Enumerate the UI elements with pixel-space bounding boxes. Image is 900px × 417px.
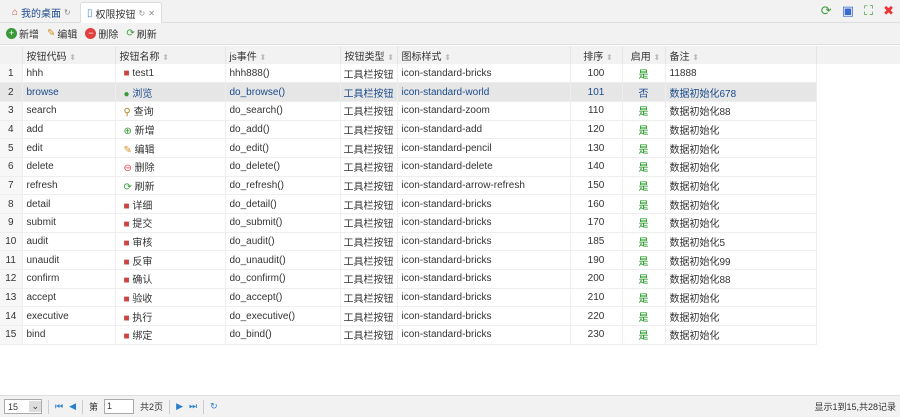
reload-icon[interactable]: ↻	[210, 401, 218, 412]
prev-page-button[interactable]: ◀	[69, 401, 76, 412]
icon-standard-bricks-icon: ■	[123, 219, 130, 231]
column-header[interactable]: 图标样式 ⬍	[397, 46, 571, 64]
icon-standard-delete-icon: ⊖	[123, 163, 132, 175]
icon-standard-add-icon: ⊕	[123, 125, 132, 137]
table-row[interactable]: 1 hhh ■ test1 hhh888() 工具栏按钮 icon-standard-br…	[0, 64, 817, 84]
page-size-select[interactable]: 15 ⌄	[4, 399, 42, 414]
refresh-tab-icon[interactable]: ↻	[64, 8, 71, 17]
column-header[interactable]: js事件 ⬍	[225, 46, 341, 64]
pagination: 15 ⌄ ⏮ ◀ 第 1 共2页 ▶ ⏭ ↻ 显示1到15,共28记录	[0, 395, 900, 417]
last-page-button[interactable]: ⏭	[189, 401, 197, 412]
icon-standard-bricks-icon: ■	[123, 294, 130, 306]
chevron-down-icon: ⌄	[29, 401, 41, 412]
close-tab-icon[interactable]: ✕	[148, 9, 155, 18]
icon-standard-bricks-icon: ■	[123, 200, 130, 212]
column-header[interactable]: 启用 ⬍	[622, 46, 666, 64]
sort-icon: ⬍	[444, 52, 451, 62]
table-row[interactable]: 8 detail ■ 详细 do_detail() 工具栏按钮 icon-standard…	[0, 194, 817, 214]
table-row[interactable]: 11 unaudit ■ 反审 do_unaudit() 工具栏按钮 icon-stand…	[0, 250, 817, 271]
tab-bar: ⌂ 我的桌面 ↻ ▯ 权限按钮 ↻ ✕ ⟳ ▣ ⛶ ✖	[0, 0, 900, 23]
column-header[interactable]: 备注 ⬍	[665, 46, 817, 64]
data-grid: 按钮代码 ⬍ 按钮名称 ⬍ js事件 ⬍ 按钮类型 ⬍ 图标样式 ⬍ 排序 ⬍ 启用 ⬍ 备注…	[0, 46, 817, 345]
table-row[interactable]: 4 add ⊕ 新增 do_add() 工具栏按钮 icon-standard-add 12…	[0, 120, 817, 140]
close-icon[interactable]: ✖	[883, 3, 894, 19]
sort-icon: ⬍	[653, 52, 661, 62]
sort-icon: ⬍	[69, 52, 76, 62]
refresh-button[interactable]: ⟳ 刷新	[126, 26, 156, 41]
delete-icon: −	[85, 28, 97, 39]
table-row[interactable]: 10 audit ■ 审核 do_audit() 工具栏按钮 icon-standard-…	[0, 232, 817, 252]
pencil-icon: ✎	[47, 28, 56, 39]
sort-icon: ⬍	[162, 52, 169, 62]
tab-permission-buttons[interactable]: ▯ 权限按钮 ↻ ✕	[80, 2, 162, 23]
sort-icon: ⬍	[606, 52, 613, 62]
icon-standard-bricks-icon: ■	[123, 67, 130, 79]
page-number-input[interactable]: 1	[104, 399, 135, 414]
table-row[interactable]: 2 browse ● 浏览 do_browse() 工具栏按钮 icon-standard…	[0, 82, 817, 102]
icon-standard-arrow-refresh-icon: ⟳	[123, 181, 132, 193]
table-row[interactable]: 14 executive ■ 执行 do_executive() 工具栏按钮 icon-s…	[0, 306, 817, 327]
add-button[interactable]: + 新增	[6, 26, 39, 41]
icon-standard-world-icon: ●	[123, 88, 130, 100]
column-header[interactable]: 按钮代码 ⬍	[22, 46, 116, 64]
add-icon: +	[6, 28, 17, 39]
refresh-icon[interactable]: ⟳	[821, 3, 832, 19]
restore-icon[interactable]: ▣	[842, 3, 854, 19]
icon-standard-bricks-icon: ■	[123, 275, 130, 287]
icon-standard-bricks-icon: ■	[123, 312, 130, 324]
table-row[interactable]: 5 edit ✎ 编辑 do_edit() 工具栏按钮 icon-standard-pen…	[0, 138, 817, 158]
icon-standard-bricks-icon: ■	[123, 256, 130, 268]
delete-button[interactable]: − 删除	[85, 26, 118, 41]
table-row[interactable]: 6 delete ⊖ 删除 do_delete() 工具栏按钮 icon-standard…	[0, 157, 817, 177]
icon-standard-bricks-icon: ■	[123, 331, 130, 343]
toolbar: + 新增 ✎ 编辑 − 删除 ⟳ 刷新	[0, 23, 900, 45]
sort-icon: ⬍	[259, 52, 267, 62]
table-row[interactable]: 15 bind ■ 绑定 do_bind() 工具栏按钮 icon-standard-br…	[0, 325, 817, 345]
icon-standard-bricks-icon: ■	[123, 238, 130, 250]
sort-icon: ⬍	[387, 52, 394, 62]
icon-standard-zoom-icon: ⚲	[123, 107, 131, 119]
tab-desktop[interactable]: ⌂ 我的桌面 ↻	[6, 2, 77, 23]
edit-button[interactable]: ✎ 编辑	[47, 26, 77, 41]
sort-icon: ⬍	[692, 52, 699, 62]
column-header[interactable]: 排序 ⬍	[570, 46, 623, 64]
table-row[interactable]: 12 confirm ■ 确认 do_confirm() 工具栏按钮 icon-stand…	[0, 269, 817, 289]
table-row[interactable]: 3 search ⚲ 查询 do_search() 工具栏按钮 icon-standard…	[0, 101, 817, 121]
table-row[interactable]: 9 submit ■ 提交 do_submit() 工具栏按钮 icon-standard…	[0, 213, 817, 233]
page-info: 显示1到15,共28记录	[814, 402, 896, 412]
document-icon: ▯	[87, 7, 93, 19]
first-page-button[interactable]: ⏮	[55, 401, 63, 412]
column-header[interactable]: 按钮类型 ⬍	[340, 46, 398, 64]
refresh-tab-icon[interactable]: ↻	[139, 9, 146, 18]
next-page-button[interactable]: ▶	[176, 401, 183, 412]
table-row[interactable]: 7 refresh ⟳ 刷新 do_refresh() 工具栏按钮 icon-standa…	[0, 176, 817, 196]
home-icon: ⌂	[12, 7, 19, 18]
column-header[interactable]: 按钮名称 ⬍	[115, 46, 226, 64]
refresh-icon: ⟳	[126, 28, 135, 39]
table-row[interactable]: 13 accept ■ 验收 do_accept() 工具栏按钮 icon-standar…	[0, 288, 817, 308]
fullscreen-icon[interactable]: ⛶	[864, 3, 873, 19]
icon-standard-pencil-icon: ✎	[123, 144, 132, 156]
